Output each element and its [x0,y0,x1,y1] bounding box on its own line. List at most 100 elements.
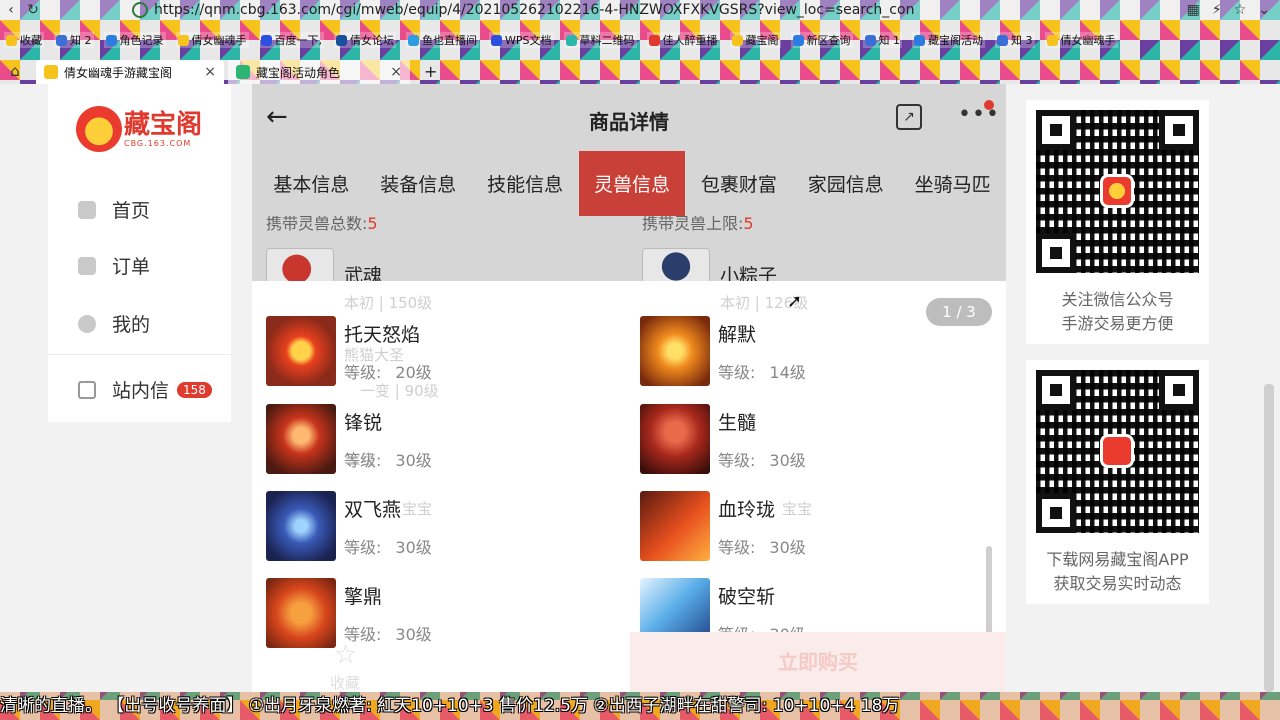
favorite-label[interactable]: 收藏 [330,672,360,693]
refresh-icon[interactable]: ↻ [22,0,44,20]
bookmark-item[interactable]: 佳人醉重播 [646,32,720,48]
bookmarks-bar: 收藏 知 2 角色记录 倩女幽魂手 百度一下, 倩女论坛 鱼也直播间 WPS文档… [0,28,1280,52]
tab-pet-info[interactable]: 灵兽信息 [578,151,686,216]
favorite-star-icon[interactable]: ☆ [334,640,357,670]
sidebar-item-orders[interactable]: 订单 [78,252,150,279]
tab-inventory[interactable]: 包裹财富 [685,151,792,216]
page-body: 藏宝阁 CBG.163.COM 首页 订单 我的 站内信 158 ← 商品详情 … [0,84,1280,692]
warrior-skill-icon [640,404,710,474]
close-icon[interactable]: × [204,64,216,80]
bookmark-item[interactable]: 收藏 [4,32,44,48]
tab-mounts[interactable]: 坐骑马匹 [899,151,1006,216]
home-icon[interactable]: ⌂ [4,62,26,82]
bookmark-favicon-icon [731,34,743,46]
pet-limit-value: 5 [743,216,754,233]
home-icon [78,200,96,219]
logo-icon [76,106,122,152]
sidebar-item-mine[interactable]: 我的 [78,310,150,337]
bookmark-favicon-icon [408,34,419,46]
skill-name: 双飞燕 [344,498,402,521]
bookmark-item[interactable]: 鱼也直播间 [406,32,479,48]
tab-basic-info[interactable]: 基本信息 [258,151,365,216]
skill-name: 托天怒焰 [344,323,421,346]
skill-level: 等级:30级 [718,450,806,470]
pet-name: 小粽子 [720,264,778,282]
skill-item[interactable]: 解默 等级: 14级 [640,316,806,386]
bookmark-item[interactable]: 草料二维码 [563,32,637,48]
blood-arrow-skill-icon [640,491,710,561]
sidebar-divider [48,354,231,355]
share-icon[interactable]: ↗ [896,104,922,130]
pet-avatar [266,248,334,281]
qr-caption-line1: 关注微信公众号 [1061,290,1174,309]
bookmark-item[interactable]: 百度一下, [258,32,324,48]
url-text[interactable]: https://qnm.cbg.163.com/cgi/mweb/equip/4… [154,2,914,18]
app-qr-code [1036,370,1199,533]
skill-item[interactable]: 锋锐 等级: 30级 [266,404,432,474]
sidebar-item-home[interactable]: 首页 [78,196,150,223]
bookmark-item[interactable]: 知 1 [862,32,902,48]
skill-item[interactable]: 托天怒焰 等级: 20级 [266,316,432,386]
address-bar: ‹ ↻ https://qnm.cbg.163.com/cgi/mweb/equ… [0,0,1280,20]
security-shield-icon[interactable] [132,2,148,18]
qr-caption-line2: 手游交易更方便 [1061,314,1174,333]
lion-skill-icon [266,578,336,648]
skill-item[interactable]: 双飞燕 等级: 30级 [266,491,432,561]
tab-skill-info[interactable]: 技能信息 [472,151,579,216]
bookmark-item[interactable]: 倩女论坛 [334,32,396,48]
browser-tab[interactable]: 藏宝阁活动角色 × [228,60,410,84]
tab-home-info[interactable]: 家园信息 [792,151,899,216]
qr-logo-icon [1100,434,1134,468]
fist-skill-icon [266,404,336,474]
skill-item[interactable]: 生髓 等级: 30级 [640,404,806,474]
skill-level: 等级: 14级 [718,362,806,382]
page-scrollbar[interactable] [1264,384,1274,692]
qr-logo-icon [1100,174,1134,208]
pet-summary-strip: 携带灵兽总数:5 携带灵兽上限:5 武魂 小粽子 [252,216,1006,281]
address-bar-actions: ▦ ⚡ ☆ ⌄ [1187,0,1270,20]
mouse-cursor-icon: ➚ [787,291,803,312]
product-detail-panel: ← 商品详情 ↗ ••• 基本信息 装备信息 技能信息 灵兽信息 包裹财富 家园… [252,84,1006,692]
bookmark-item[interactable]: 藏宝阁活动 [912,32,985,48]
bookmark-item[interactable]: 知 3 [995,32,1035,48]
skill-item[interactable]: 擎鼎 等级: 30级 [266,578,432,648]
bookmark-favicon-icon [177,34,189,46]
logo[interactable]: 藏宝阁 CBG.163.COM [76,106,202,152]
bookmark-item[interactable]: 倩女幽魂手 [1044,32,1118,48]
browser-tab-active[interactable]: 倩女幽魂手游藏宝阁 × [36,60,224,84]
bookmark-item[interactable]: 倩女幽魂手 [175,32,249,48]
pet-name: 武魂 [344,264,383,282]
new-tab-button[interactable]: + [424,60,437,84]
bookmark-item[interactable]: 角色记录 [103,32,166,48]
pet-limit-label: 携带灵兽上限:5 [642,216,754,233]
chevron-down-icon[interactable]: ⌄ [1258,0,1270,20]
stream-ticker: 清晰的直播。 【出号收号养面】 ①出月牙泉燃著: 紅天10+10+3 售价12.… [0,692,1280,720]
pet-card[interactable]: 小粽子 [642,248,777,281]
qr-caption-line2: 获取交易实时动态 [1053,574,1182,593]
star-icon[interactable]: ☆ [1234,0,1247,20]
bookmark-favicon-icon [336,34,347,46]
skill-level: 等级: 20级 [344,362,432,382]
skill-level: 等级:30级 [718,537,806,557]
back-nav-icon[interactable]: ‹ [0,0,22,20]
bookmark-item[interactable]: WPS文档 [489,32,554,48]
pet-total-value: 5 [367,216,378,233]
flash-icon[interactable]: ⚡ [1212,0,1222,20]
sidebar-item-messages[interactable]: 站内信 158 [78,376,212,403]
grid-icon[interactable]: ▦ [1187,0,1200,20]
mail-icon [78,380,96,399]
bookmark-item[interactable]: 藏宝阁 [729,32,781,48]
bookmark-item[interactable]: 新区查询 [790,32,853,48]
pet-total-label: 携带灵兽总数:5 [266,216,378,233]
pet-card[interactable]: 武魂 [266,248,382,281]
pet-avatar [642,248,710,281]
ghost-text: 本初 | 150级 [344,294,433,312]
tab-equipment-info[interactable]: 装备信息 [365,151,472,216]
buy-now-button[interactable]: 立即购买 [630,632,1006,692]
skill-item[interactable]: 血玲珑 等级: 30级 [640,491,806,561]
bookmark-item[interactable]: 知 2 [54,32,94,48]
qr-caption-line1: 下载网易藏宝阁APP [1046,550,1189,569]
user-icon [78,314,96,333]
close-icon[interactable]: × [390,64,402,80]
bookmark-favicon-icon [1046,34,1058,46]
